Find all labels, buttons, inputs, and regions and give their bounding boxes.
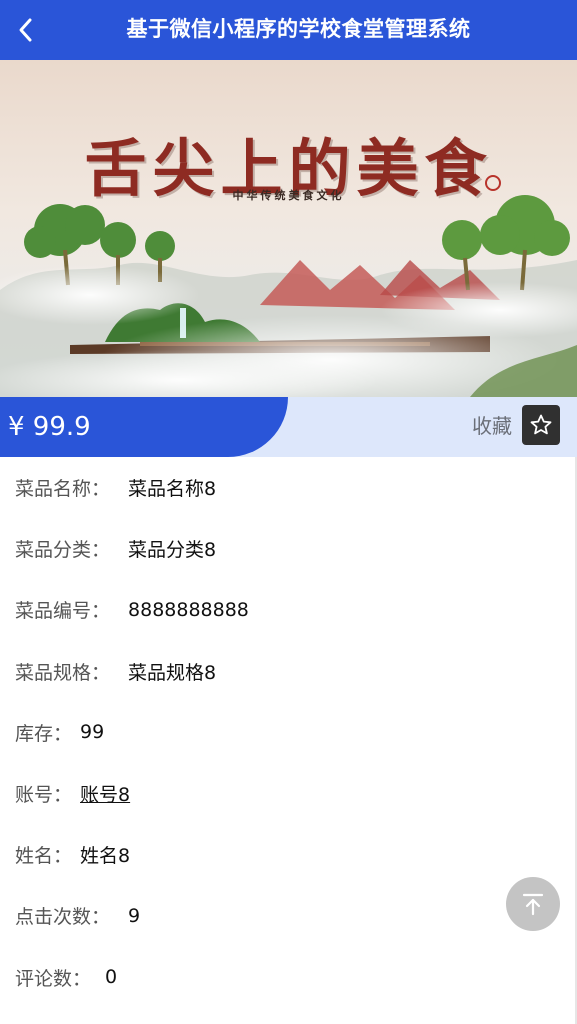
back-button[interactable] bbox=[6, 10, 46, 50]
detail-row-dish-number: 菜品编号： 8888888888 bbox=[0, 579, 577, 640]
detail-row-name: 姓名： 姓名8 bbox=[0, 824, 577, 885]
scroll-to-top-button[interactable] bbox=[506, 877, 560, 931]
detail-row-dish-name: 菜品名称： 菜品名称8 bbox=[0, 457, 577, 518]
detail-row-account: 账号： 账号8 bbox=[0, 763, 577, 824]
account-link[interactable]: 账号8 bbox=[80, 780, 130, 807]
banner-subtitle: 中华传统美食文化 bbox=[232, 189, 345, 202]
detail-row-stock: 库存： 99 bbox=[0, 702, 577, 763]
detail-label: 菜品名称： bbox=[15, 478, 111, 501]
detail-label: 菜品规格： bbox=[15, 661, 111, 684]
top-navigation-bar: 基于微信小程序的学校食堂管理系统 bbox=[0, 0, 577, 60]
detail-row-dish-spec: 菜品规格： 菜品规格8 bbox=[0, 641, 577, 702]
arrow-up-to-top-icon bbox=[522, 893, 544, 916]
detail-value: 8888888888 bbox=[128, 598, 249, 621]
detail-value: 菜品规格8 bbox=[128, 661, 217, 684]
detail-label: 账号： bbox=[15, 784, 73, 807]
detail-row-dish-category: 菜品分类： 菜品分类8 bbox=[0, 518, 577, 579]
star-icon bbox=[530, 414, 552, 435]
detail-row-comment-count: 评论数： 0 bbox=[0, 947, 577, 1008]
dish-details-list: 菜品名称： 菜品名称8 菜品分类： 菜品分类8 菜品编号： 8888888888… bbox=[0, 457, 577, 1008]
chevron-left-icon bbox=[19, 18, 32, 42]
detail-value: 姓名8 bbox=[80, 845, 131, 868]
detail-label: 库存： bbox=[15, 722, 73, 745]
price-value: ¥ 99.9 bbox=[8, 412, 91, 442]
detail-value: 99 bbox=[80, 721, 105, 744]
price-bar: ¥ 99.9 收藏 bbox=[0, 397, 577, 457]
detail-value: 菜品名称8 bbox=[128, 478, 217, 501]
favorite-button[interactable] bbox=[522, 405, 560, 445]
detail-value: 0 bbox=[105, 966, 118, 989]
detail-label: 菜品分类： bbox=[15, 539, 111, 562]
detail-value: 9 bbox=[128, 904, 141, 927]
detail-value: 菜品分类8 bbox=[128, 539, 217, 562]
dish-banner-image: 舌尖上的美食 中华传统美食文化 bbox=[0, 60, 577, 397]
detail-row-click-count: 点击次数： 9 bbox=[0, 885, 577, 946]
favorite-label[interactable]: 收藏 bbox=[472, 397, 512, 457]
detail-label: 评论数： bbox=[15, 967, 92, 990]
detail-label: 菜品编号： bbox=[15, 600, 111, 623]
detail-label: 点击次数： bbox=[15, 906, 111, 929]
detail-label: 姓名： bbox=[15, 845, 73, 868]
page-title: 基于微信小程序的学校食堂管理系统 bbox=[126, 17, 471, 41]
